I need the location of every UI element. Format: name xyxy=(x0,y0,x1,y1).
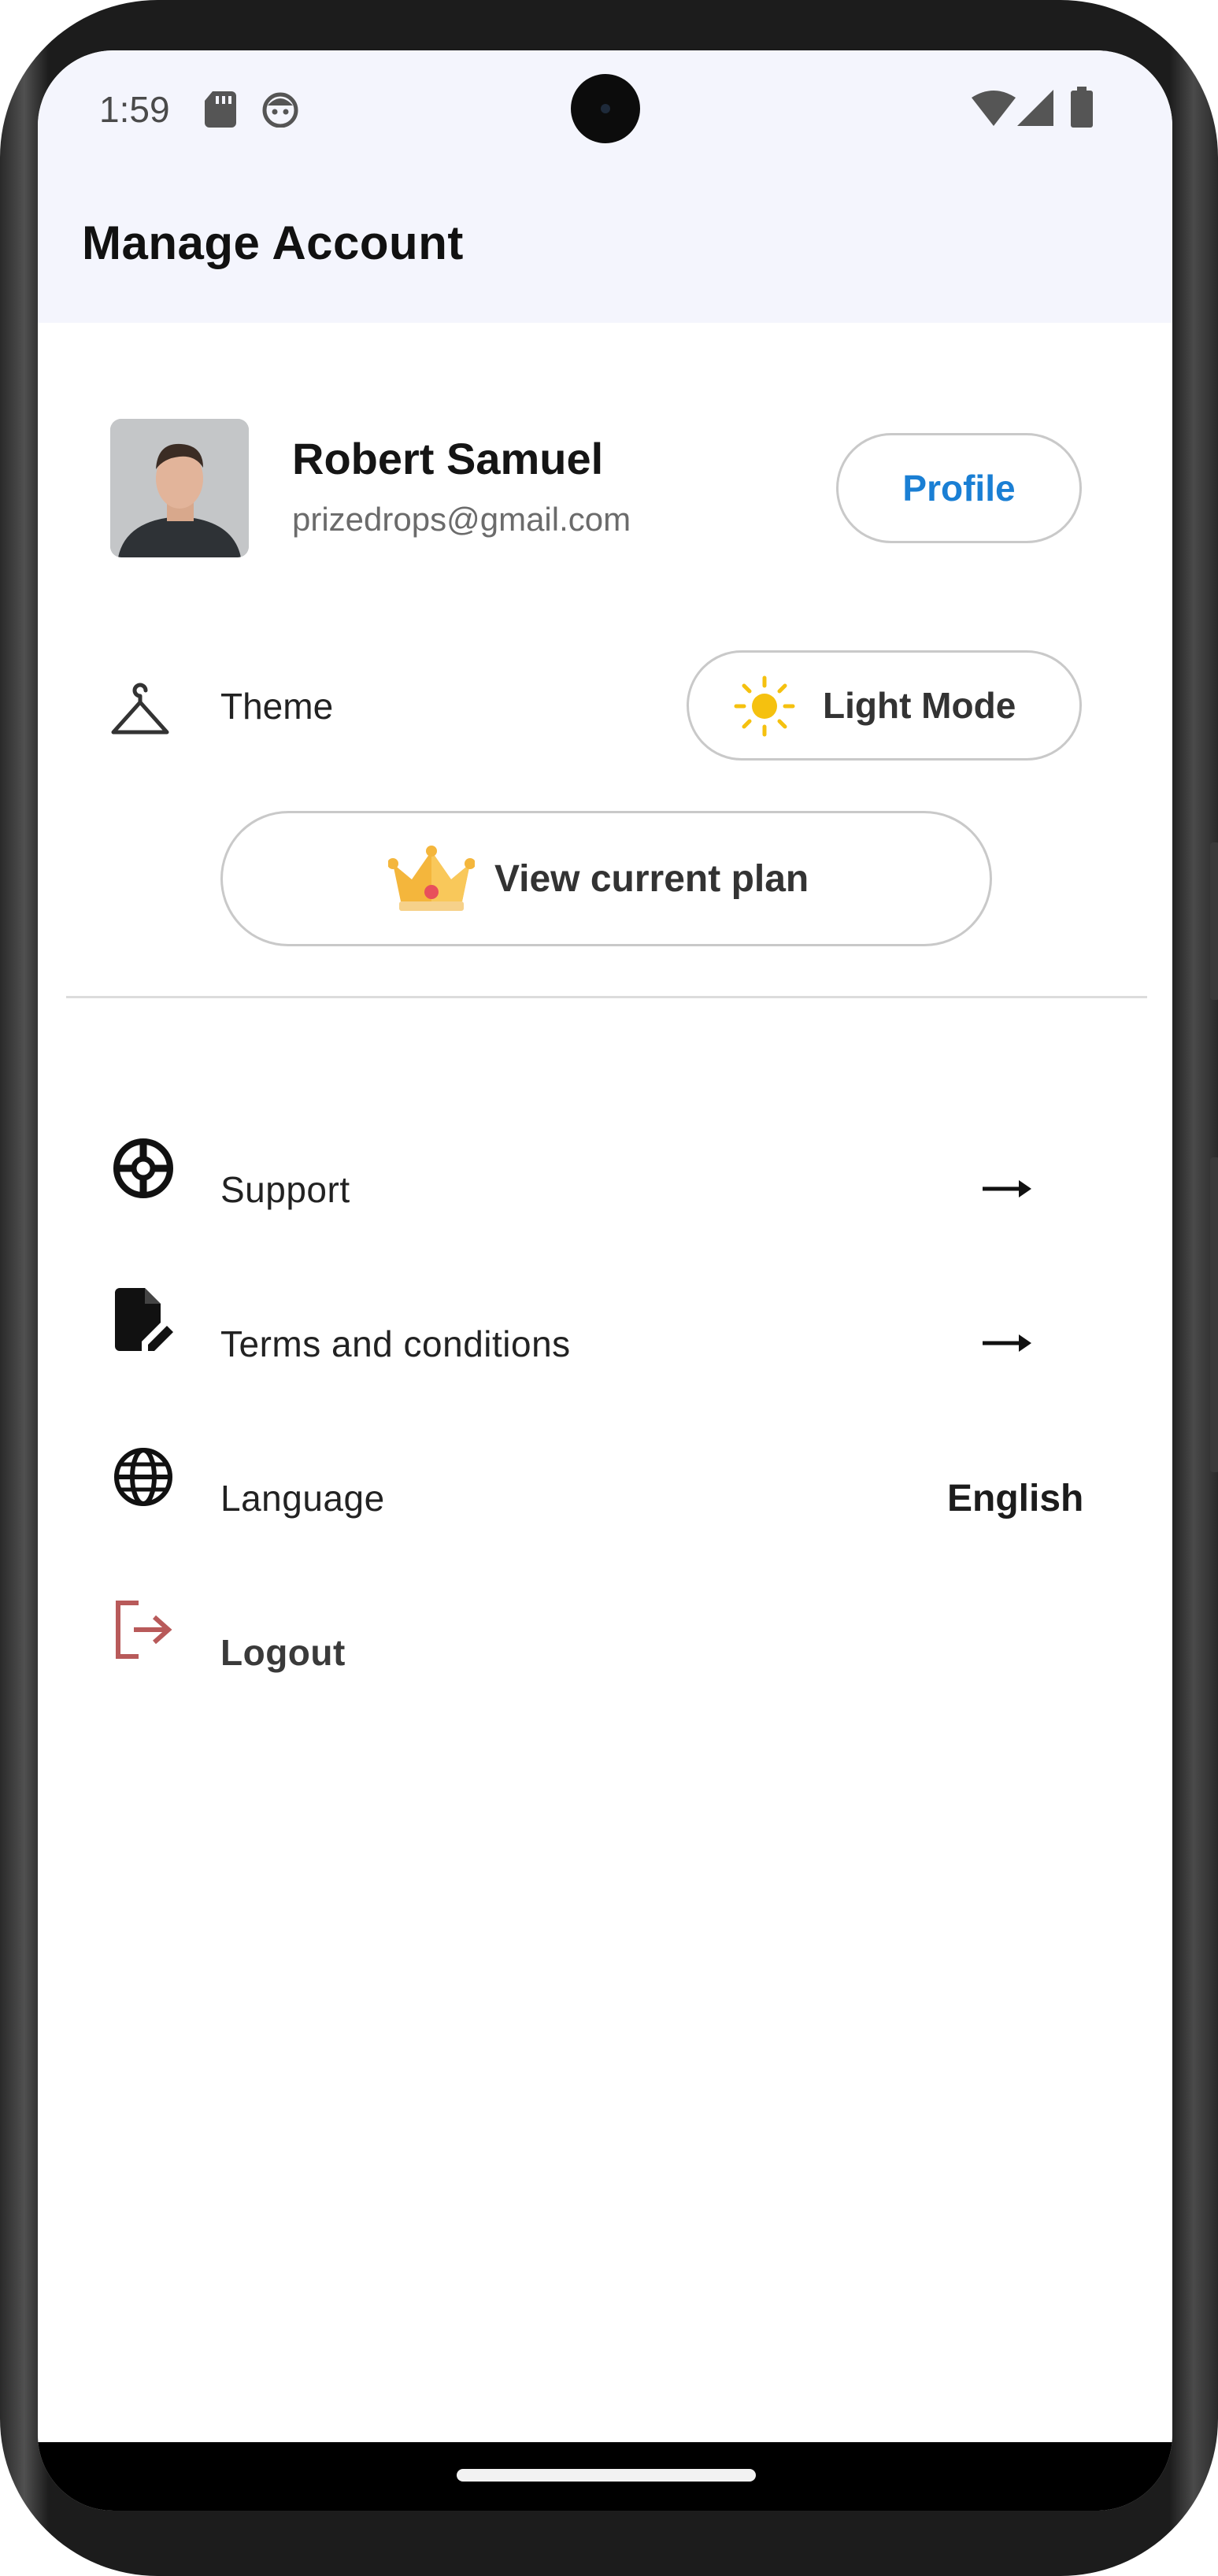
wifi-icon xyxy=(972,91,1016,126)
phone-frame: 1:59 Manage Account Robert Samuel prized… xyxy=(0,0,1218,2576)
front-camera xyxy=(571,74,640,143)
sun-icon xyxy=(734,675,795,737)
terms-label: Terms and conditions xyxy=(220,1323,571,1364)
page-title: Manage Account xyxy=(82,217,464,269)
light-mode-label: Light Mode xyxy=(823,685,1016,726)
document-edit-icon xyxy=(115,1288,173,1351)
language-value: English xyxy=(947,1478,1084,1519)
view-current-plan-button[interactable]: View current plan xyxy=(220,811,992,946)
avatar[interactable] xyxy=(110,419,249,557)
screen: 1:59 Manage Account Robert Samuel prized… xyxy=(38,50,1172,2511)
globe-icon xyxy=(114,1448,172,1506)
volume-button xyxy=(1210,1157,1218,1472)
view-current-plan-label: View current plan xyxy=(494,858,809,900)
status-time: 1:59 xyxy=(99,89,170,130)
home-indicator[interactable] xyxy=(457,2469,756,2482)
lifebuoy-icon xyxy=(113,1138,173,1198)
signal-icon xyxy=(1017,90,1053,126)
theme-label: Theme xyxy=(220,686,334,727)
sd-card-icon xyxy=(205,91,236,128)
notification-face-icon xyxy=(262,92,298,128)
battery-icon xyxy=(1071,87,1093,128)
light-mode-button[interactable]: Light Mode xyxy=(687,650,1082,761)
power-button xyxy=(1210,842,1218,1000)
profile-button[interactable]: Profile xyxy=(836,433,1082,543)
support-label: Support xyxy=(220,1169,350,1210)
user-name: Robert Samuel xyxy=(292,434,604,483)
crown-icon xyxy=(388,846,475,911)
arrow-right-icon xyxy=(983,1180,1031,1197)
section-divider xyxy=(66,996,1147,998)
hanger-icon xyxy=(111,683,169,735)
app-header: 1:59 Manage Account xyxy=(38,50,1172,323)
logout-icon xyxy=(116,1601,172,1659)
language-label: Language xyxy=(220,1478,385,1519)
user-email: prizedrops@gmail.com xyxy=(292,501,631,538)
logout-label: Logout xyxy=(220,1632,346,1673)
arrow-right-icon xyxy=(983,1334,1031,1352)
